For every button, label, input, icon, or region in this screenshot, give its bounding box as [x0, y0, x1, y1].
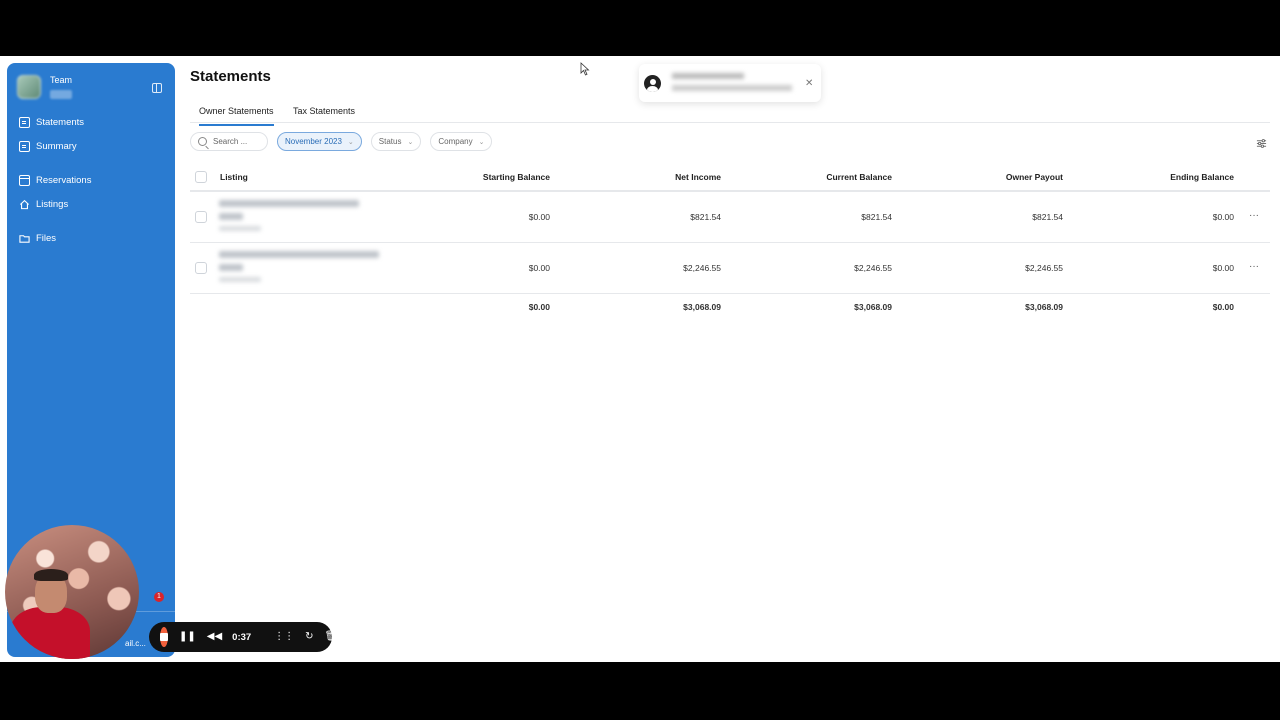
cell-starting-balance: $0.00: [528, 263, 550, 273]
cell-net-income: $821.54: [690, 212, 721, 222]
team-subtitle-blurred: [50, 90, 72, 99]
period-filter-value: November 2023: [285, 137, 342, 146]
team-avatar: [17, 75, 41, 99]
page-title: Statements: [190, 68, 271, 85]
restart-icon[interactable]: ↻: [305, 632, 313, 642]
row-more-icon[interactable]: ···: [1249, 210, 1259, 221]
toast-title-blurred: [672, 73, 744, 79]
status-filter-label: Status: [378, 137, 402, 146]
recorder-toolbar: ❚❚ ◀◀ 0:37 ⋮⋮ ↻ 🗑: [149, 622, 337, 652]
table-totals-row: $0.00 $3,068.09 $3,068.09 $3,068.09 $0.0…: [190, 294, 1270, 332]
column-settings-icon[interactable]: [1256, 136, 1267, 148]
cell-owner-payout: $821.54: [1032, 212, 1063, 222]
sidebar-item-listings[interactable]: Listings: [19, 199, 68, 210]
total-owner-payout: $3,068.09: [1025, 302, 1063, 312]
listing-name-blurred[interactable]: [219, 200, 359, 237]
calendar-icon: [19, 175, 30, 186]
select-all-checkbox[interactable]: [195, 171, 207, 183]
cell-ending-balance: $0.00: [1212, 263, 1234, 273]
close-icon[interactable]: ✕: [805, 78, 813, 89]
sidebar-item-files[interactable]: Files: [19, 233, 56, 244]
sidebar-item-label: Reservations: [36, 175, 92, 186]
sidebar-item-reservations[interactable]: Reservations: [19, 175, 91, 186]
trash-icon[interactable]: 🗑: [325, 632, 338, 642]
grid-icon[interactable]: ⋮⋮: [274, 632, 294, 642]
column-header-owner-payout[interactable]: Owner Payout: [943, 172, 1063, 182]
tab-owner-statements[interactable]: Owner Statements: [199, 106, 274, 126]
listing-name-blurred[interactable]: [219, 251, 379, 288]
team-switcher[interactable]: Team: [17, 75, 72, 99]
row-checkbox[interactable]: [195, 262, 207, 274]
home-icon: [19, 199, 30, 210]
cell-ending-balance: $0.00: [1212, 212, 1234, 222]
table-header: Listing Starting Balance Net Income Curr…: [190, 160, 1270, 192]
status-filter[interactable]: Status ⌄: [370, 132, 422, 151]
cell-net-income: $2,246.55: [683, 263, 721, 273]
sidebar-item-label: Listings: [36, 199, 69, 210]
chevron-down-icon: ⌄: [407, 138, 414, 146]
chevron-down-icon: ⌄: [347, 138, 354, 146]
presenter-body: [10, 607, 90, 659]
presenter-hair: [34, 569, 68, 581]
total-current-balance: $3,068.09: [854, 302, 892, 312]
column-header-ending-balance[interactable]: Ending Balance: [1114, 172, 1234, 182]
toast-message-blurred: [672, 85, 792, 91]
chevron-down-icon: ⌄: [478, 138, 485, 146]
app-window: Team Statements Summary Reservations Lis…: [0, 56, 1280, 662]
period-filter[interactable]: November 2023 ⌄: [277, 132, 362, 151]
user-avatar-icon: [644, 75, 661, 92]
row-checkbox[interactable]: [195, 211, 207, 223]
search-placeholder: Search ...: [213, 137, 248, 146]
row-more-icon[interactable]: ···: [1249, 261, 1259, 272]
sidebar-item-summary[interactable]: Summary: [19, 141, 77, 152]
notification-badge[interactable]: 1: [154, 592, 164, 602]
document-icon: [19, 141, 30, 152]
folder-icon: [19, 233, 30, 244]
total-ending-balance: $0.00: [1212, 302, 1234, 312]
toast-notification: ✕: [639, 64, 821, 102]
total-starting-balance: $0.00: [528, 302, 550, 312]
total-net-income: $3,068.09: [683, 302, 721, 312]
webcam-bubble[interactable]: [5, 525, 139, 659]
statements-table: Listing Starting Balance Net Income Curr…: [190, 160, 1270, 332]
column-header-listing[interactable]: Listing: [220, 172, 248, 182]
search-icon: [198, 137, 207, 146]
cell-owner-payout: $2,246.55: [1025, 263, 1063, 273]
table-row[interactable]: $0.00 $821.54 $821.54 $821.54 $0.00 ···: [190, 192, 1270, 243]
company-filter-label: Company: [438, 137, 473, 146]
sidebar-item-label: Statements: [36, 117, 85, 128]
table-row[interactable]: $0.00 $2,246.55 $2,246.55 $2,246.55 $0.0…: [190, 243, 1270, 294]
document-icon: [19, 117, 30, 128]
column-header-starting-balance[interactable]: Starting Balance: [430, 172, 550, 182]
recording-timer: 0:37: [232, 631, 252, 643]
column-header-net-income[interactable]: Net Income: [601, 172, 721, 182]
search-input[interactable]: Search ...: [190, 132, 268, 151]
cell-starting-balance: $0.00: [528, 212, 550, 222]
stop-icon: [160, 633, 168, 641]
column-header-current-balance[interactable]: Current Balance: [772, 172, 892, 182]
sidebar-item-statements[interactable]: Statements: [19, 117, 84, 128]
team-name: Team: [50, 75, 73, 85]
pause-icon[interactable]: ❚❚: [179, 632, 196, 642]
tab-tax-statements[interactable]: Tax Statements: [293, 106, 355, 124]
company-filter[interactable]: Company ⌄: [430, 132, 493, 151]
stop-recording-button[interactable]: [160, 627, 168, 647]
cell-current-balance: $821.54: [861, 212, 892, 222]
rewind-icon[interactable]: ◀◀: [207, 632, 222, 642]
user-email[interactable]: ail.c...: [125, 639, 146, 648]
cell-current-balance: $2,246.55: [854, 263, 892, 273]
filter-bar: Search ... November 2023 ⌄ Status ⌄ Comp…: [190, 132, 501, 151]
sidebar-item-label: Files: [36, 233, 57, 244]
sidebar-item-label: Summary: [36, 141, 77, 152]
sidebar-collapse-icon[interactable]: [152, 83, 162, 93]
